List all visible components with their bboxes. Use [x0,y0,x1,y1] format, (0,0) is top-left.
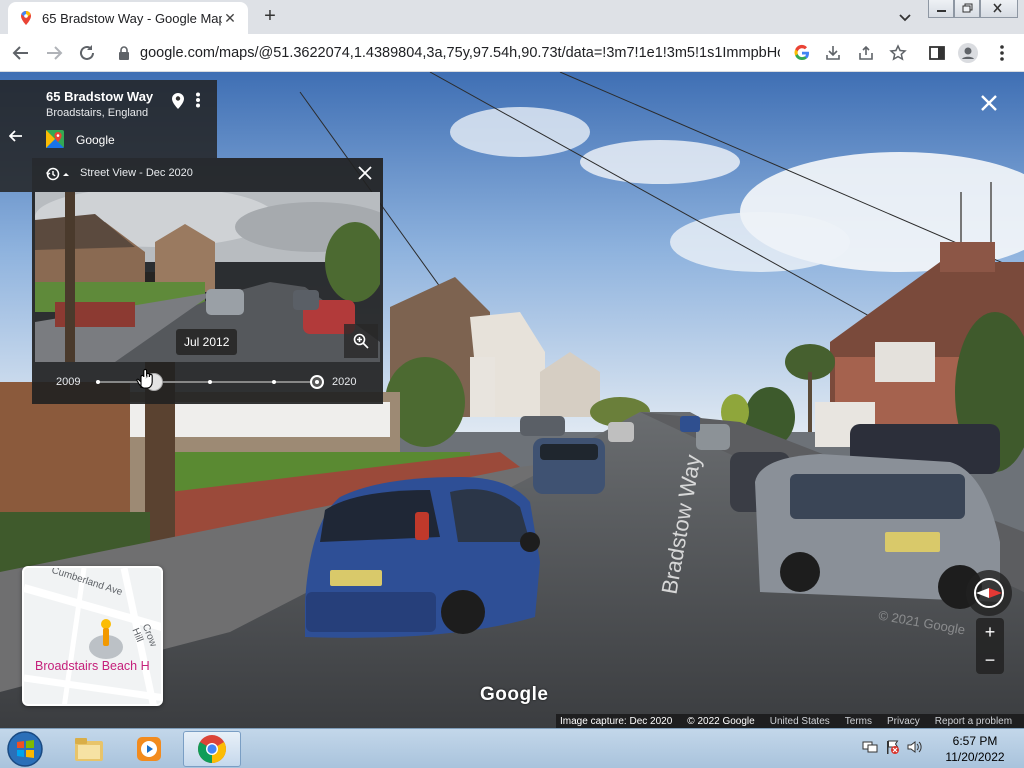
volume-icon[interactable] [906,739,922,755]
more-vert-icon[interactable] [195,92,201,108]
tab-title: 65 Bradstow Way - Google Maps [42,10,222,26]
restore-button[interactable] [954,0,980,18]
back-button[interactable] [9,41,33,65]
mini-map-poi-label: Broadstairs Beach H [35,659,150,673]
browser-toolbar: google.com/maps/@51.3622074,1.4389804,3a… [0,34,1024,72]
tab-close-icon[interactable]: ✕ [222,10,238,27]
more-vert-icon [1000,45,1004,61]
start-button[interactable] [6,730,44,768]
share-icon [859,45,873,60]
taskbar-clock[interactable]: 6:57 PM 11/20/2022 [940,733,1010,765]
window-close-button[interactable] [980,0,1018,18]
close-icon[interactable] [356,164,374,182]
arrow-left-icon [9,130,22,142]
compass-button[interactable] [966,570,1012,616]
history-dropdown-icon[interactable] [46,167,70,181]
zoom-in-icon [353,333,369,349]
timeline-slider-track[interactable] [97,381,315,383]
tab-strip: 65 Bradstow Way - Google Maps ✕ + [0,0,1024,34]
side-panel-icon [929,46,945,60]
timeline-stop[interactable] [272,380,276,384]
action-center-flag-icon[interactable] [884,739,900,755]
share-button[interactable] [856,43,876,63]
street-view-panorama[interactable]: Bradstow Way 65 Bradstow Way Broadstairs… [0,72,1024,728]
reload-button[interactable] [75,41,99,65]
timeline-end-year: 2020 [332,376,357,388]
bookmark-button[interactable] [888,43,908,63]
timeline-current-stop[interactable] [310,375,324,389]
minimize-icon [937,10,946,12]
google-watermark: Google [480,684,549,705]
browser-menu-button[interactable] [992,43,1012,63]
profile-button[interactable] [958,43,978,63]
system-tray [862,739,922,755]
new-tab-button[interactable]: + [258,5,282,29]
google-lens-button[interactable] [792,43,812,63]
clock-date: 11/20/2022 [945,750,1005,764]
minimize-button[interactable] [928,0,954,18]
lock-icon [119,46,129,60]
google-g-icon [794,44,809,61]
avatar-icon [958,43,978,63]
zoom-out-button[interactable]: − [976,646,1004,674]
chrome-icon [198,735,226,763]
reload-icon [80,45,94,60]
country-link[interactable]: United States [770,716,830,727]
close-icon [993,3,1002,13]
chevron-down-icon[interactable] [896,8,914,26]
exit-street-view-close-icon[interactable] [978,92,1000,114]
zoom-controls: + − [976,618,1004,674]
arrow-right-icon [47,46,63,60]
taskbar-explorer[interactable] [60,731,118,767]
restore-icon [962,3,973,13]
address-title: 65 Bradstow Way [46,89,154,104]
preview-zoom-button[interactable] [344,324,378,358]
privacy-link[interactable]: Privacy [887,716,920,727]
arrow-left-icon [12,46,28,60]
image-capture-date: Image capture: Dec 2020 [560,715,673,727]
forward-button[interactable] [42,41,66,65]
timeline-start-year: 2009 [56,376,81,388]
back-to-map-button[interactable] [0,80,32,192]
terms-link[interactable]: Terms [845,716,872,727]
report-problem-link[interactable]: Report a problem [935,716,1012,727]
date-tooltip: Jul 2012 [176,329,238,355]
windows-taskbar: 6:57 PM 11/20/2022 [0,728,1024,768]
google-maps-logo-icon [46,130,64,148]
network-icon[interactable] [862,739,878,755]
side-panel-button[interactable] [927,43,947,63]
map-pin-icon[interactable] [171,92,185,110]
google-maps-favicon-icon [21,11,31,25]
timeline-stop[interactable] [96,380,100,384]
tab-google-maps[interactable]: 65 Bradstow Way - Google Maps ✕ [8,2,248,34]
attribution-bar: Image capture: Dec 2020 © 2022 Google Un… [556,714,1024,728]
compass-icon [974,578,1004,608]
install-app-button[interactable] [823,43,843,63]
url-text: google.com/maps/@51.3622074,1.4389804,3a… [140,45,780,61]
street-view-date-label: Street View - Dec 2020 [80,167,193,179]
media-player-icon [137,737,161,761]
provider-label: Google [76,133,115,147]
time-travel-panel: Street View - Dec 2020 Jul 2012 2009 202… [32,158,383,404]
time-travel-header: Street View - Dec 2020 [32,158,383,188]
taskbar-chrome[interactable] [183,731,241,767]
clock-time: 6:57 PM [952,734,998,748]
copyright-text: © 2022 Google [687,715,755,727]
taskbar-media-player[interactable] [120,731,178,767]
zoom-in-button[interactable]: + [976,618,1004,646]
location-info-card: 65 Bradstow Way Broadstairs, England Goo… [32,80,217,158]
hand-cursor-icon [136,368,153,389]
folder-icon [75,738,103,761]
mini-map[interactable]: Cumberland Ave Crow Hill Broadstairs Bea… [22,566,163,706]
timeline-stop[interactable] [208,380,212,384]
address-locality: Broadstairs, England [46,107,149,119]
address-bar[interactable]: google.com/maps/@51.3622074,1.4389804,3a… [108,38,784,68]
download-icon [826,46,840,60]
star-icon [889,44,907,61]
pegman-icon [101,619,111,646]
